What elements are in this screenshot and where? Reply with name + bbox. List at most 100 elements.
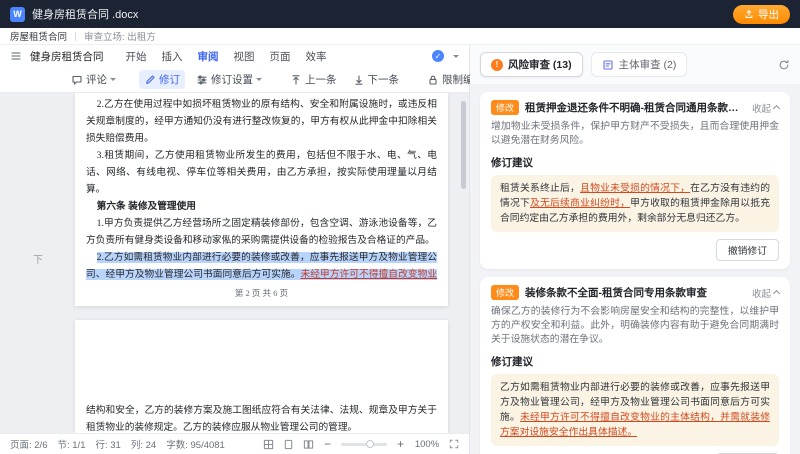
risk-review-icon: ! <box>491 59 503 71</box>
revision-button[interactable]: 修订 <box>139 70 185 89</box>
doc-paragraph[interactable]: 1.甲方负责提供乙方经营场所之固定精装修部份，包含空调、游泳池设备等，乙方负责所… <box>86 215 437 249</box>
status-right-controls: − + 100% <box>263 438 459 450</box>
risk-review-label: 风险审查 (13) <box>508 57 572 72</box>
grid-view-icon[interactable] <box>263 439 274 450</box>
review-panel: ! 风险审查 (13) 主体审查 (2) <box>470 45 800 454</box>
tab-start[interactable]: 开始 <box>126 49 147 64</box>
review-card: 修改 装修条款不全面-租赁合同专用条款审查 收起 确保乙方的装修行为不会影响房屋… <box>480 277 790 454</box>
review-tabs: ! 风险审查 (13) 主体审查 (2) <box>470 45 800 84</box>
previous-item-label: 上一条 <box>305 72 337 87</box>
card-summary: 确保乙方的装修行为不会影响房屋安全和结构的完整性，以维护甲方的产权安全和利益。此… <box>491 305 779 347</box>
document-text[interactable]: 2.乙方在使用过程中如损坏租赁物业的原有结构、安全和附属设施时，或违反相关规章制… <box>86 96 437 283</box>
cloud-sync-icon[interactable]: ✓ <box>432 50 444 62</box>
review-cards-list: 修改 租赁押金退还条件不明确-租赁合同通用条款审查 收起 增加物业未受损条件，保… <box>470 84 800 454</box>
zoom-slider-knob[interactable] <box>366 440 374 448</box>
editor-pane: 健身房租赁合同 开始 插入 审阅 视图 页面 效率 ✓ <box>0 45 470 454</box>
page-number-footer: 第 2 页 共 6 页 <box>75 287 448 299</box>
window-doc-title: 健身房租赁合同 .docx <box>32 6 138 22</box>
subbar: 房屋租赁合同 审查立场: 出租方 <box>0 28 800 45</box>
comment-button-label: 评论 <box>86 72 107 87</box>
zoom-out-button[interactable]: − <box>323 438 332 450</box>
comment-button[interactable]: 评论 <box>66 70 121 89</box>
next-item-button[interactable]: 下一条 <box>348 70 405 89</box>
ribbon-tabs: 开始 插入 审阅 视图 页面 效率 <box>126 49 327 64</box>
previous-item-button[interactable]: 上一条 <box>285 70 342 89</box>
page-view-icon[interactable] <box>283 439 294 450</box>
main-area: 健身房租赁合同 开始 插入 审阅 视图 页面 效率 ✓ <box>0 45 800 454</box>
panel-toggle-icon[interactable] <box>453 55 459 58</box>
ribbon-toolbar: 评论 修订 修订设置 <box>0 67 469 93</box>
tab-subject-review[interactable]: 主体审查 (2) <box>591 52 688 77</box>
next-arrow-icon <box>353 74 365 86</box>
card-actions: 撤销修订 <box>491 239 779 261</box>
review-stance-label: 审查立场: 出租方 <box>84 29 156 43</box>
suggestion-heading: 修订建议 <box>491 155 779 170</box>
next-item-label: 下一条 <box>368 72 400 87</box>
app-logo-icon[interactable]: W <box>10 7 25 22</box>
collapse-toggle[interactable]: 收起 <box>752 101 779 115</box>
card-header: 修改 租赁押金退还条件不明确-租赁合同通用条款审查 收起 <box>491 100 779 115</box>
suggestion-text: 乙方如需租赁物业内部进行必要的装修或改善，应事先报送甲方及物业管理公司，经甲方及… <box>491 374 779 446</box>
zoom-in-button[interactable]: + <box>396 438 405 450</box>
tab-efficiency[interactable]: 效率 <box>306 49 327 64</box>
doc-paragraph[interactable]: 2.乙方在使用过程中如损坏租赁物业的原有结构、安全和附属设施时，或违反相关规章制… <box>86 96 437 147</box>
text-segment: 租赁关系终止后， <box>500 183 580 194</box>
card-summary: 增加物业未受损条件，保护甲方财产不受损失，且而合理使用押金以避免潜在财务风险。 <box>491 120 779 148</box>
doc-paragraph[interactable]: 第六条 装修及管理使用 <box>86 198 437 215</box>
hamburger-icon[interactable] <box>10 50 22 62</box>
caret-down-icon <box>256 78 262 81</box>
zoom-slider[interactable] <box>341 443 387 446</box>
document-canvas: 2.乙方在使用过程中如损坏租赁物业的原有结构、安全和附属设施时，或违反相关规章制… <box>0 93 469 433</box>
card-header: 修改 装修条款不全面-租赁合同专用条款审查 收起 <box>491 285 779 300</box>
card-title: 租赁押金退还条件不明确-租赁合同通用条款审查 <box>525 100 746 115</box>
text-segment: 第六条 装修及管理使用 <box>97 201 196 212</box>
export-button-label: 导出 <box>758 7 779 22</box>
refresh-review-icon[interactable] <box>778 59 790 71</box>
revision-settings-button[interactable]: 修订设置 <box>191 70 267 89</box>
review-card: 修改 租赁押金退还条件不明确-租赁合同通用条款审查 收起 增加物业未受损条件，保… <box>480 92 790 269</box>
scrollbar[interactable] <box>461 101 466 421</box>
text-segment: 2.乙方在使用过程中如损坏租赁物业的原有结构、安全和附属设施时，或违反相关规章制… <box>86 99 437 144</box>
suggestion-heading: 修订建议 <box>491 354 779 369</box>
revision-settings-label: 修订设置 <box>211 72 253 87</box>
tab-insert[interactable]: 插入 <box>162 49 183 64</box>
tab-view[interactable]: 视图 <box>234 49 255 64</box>
collapse-toggle[interactable]: 收起 <box>752 286 779 300</box>
subject-review-label: 主体审查 (2) <box>619 57 677 72</box>
document-text[interactable]: 结构和安全，乙方的装修方案及施工图纸应符合有关法律、法规、规章及甲方关于租赁物业… <box>86 402 437 433</box>
status-wordcount-indicator: 字数: 95/4081 <box>166 437 225 451</box>
zoom-level-label: 100% <box>414 439 440 450</box>
card-title: 装修条款不全面-租赁合同专用条款审查 <box>525 285 746 300</box>
export-icon <box>744 9 754 19</box>
chevron-up-icon <box>773 290 780 297</box>
modify-badge: 修改 <box>491 285 519 300</box>
doc-paragraph[interactable]: 结构和安全，乙方的装修方案及施工图纸应符合有关法律、法规、规章及甲方关于租赁物业… <box>86 402 437 433</box>
book-view-icon[interactable] <box>303 439 314 450</box>
suggestion-text: 租赁关系终止后，且物业未受损的情况下，在乙方没有违约的情况下及无后续商业纠纷时，… <box>491 175 779 232</box>
export-button[interactable]: 导出 <box>733 5 790 24</box>
status-section-indicator: 节: 1/1 <box>58 437 86 451</box>
document-page-2: 2.乙方在使用过程中如损坏租赁物业的原有结构、安全和附属设施时，或违反相关规章制… <box>75 93 448 306</box>
revision-pen-icon <box>144 74 156 86</box>
tab-risk-review[interactable]: ! 风险审查 (13) <box>480 52 583 77</box>
status-column-indicator: 列: 24 <box>131 437 156 451</box>
tab-review[interactable]: 审阅 <box>198 49 219 64</box>
doc-paragraph[interactable]: 3.租赁期间，乙方使用租赁物业所发生的费用，包括但不限于水、电、气、电话、网络、… <box>86 147 437 198</box>
app-window: W 健身房租赁合同 .docx 导出 房屋租赁合同 审查立场: 出租方 健身房租… <box>0 0 800 454</box>
topbar: W 健身房租赁合同 .docx 导出 <box>0 0 800 28</box>
doc-paragraph[interactable]: 2.乙方如需租赁物业内部进行必要的装修或改善，应事先报送甲方及物业管理公司、经甲… <box>86 249 437 283</box>
fit-screen-icon[interactable] <box>449 439 459 449</box>
margin-marker: 下 <box>33 251 43 266</box>
menu-right-icons: ✓ <box>432 50 459 62</box>
menu-row: 健身房租赁合同 开始 插入 审阅 视图 页面 效率 ✓ <box>0 45 469 67</box>
text-segment: 1.甲方负责提供乙方经营场所之固定精装修部份，包含空调、游泳池设备等，乙方负责所… <box>86 218 437 246</box>
tab-page[interactable]: 页面 <box>270 49 291 64</box>
text-segment: 结构和安全，乙方的装修方案及施工图纸应符合有关法律、法规、规章及甲方关于租赁物业… <box>86 405 437 433</box>
settings-sliders-icon <box>196 74 208 86</box>
status-line-indicator: 行: 31 <box>96 437 121 451</box>
caret-down-icon <box>110 78 116 81</box>
prev-arrow-icon <box>290 74 302 86</box>
collapse-label: 收起 <box>752 286 771 300</box>
scrollbar-thumb[interactable] <box>461 101 466 189</box>
undo-revision-button[interactable]: 撤销修订 <box>716 239 779 261</box>
